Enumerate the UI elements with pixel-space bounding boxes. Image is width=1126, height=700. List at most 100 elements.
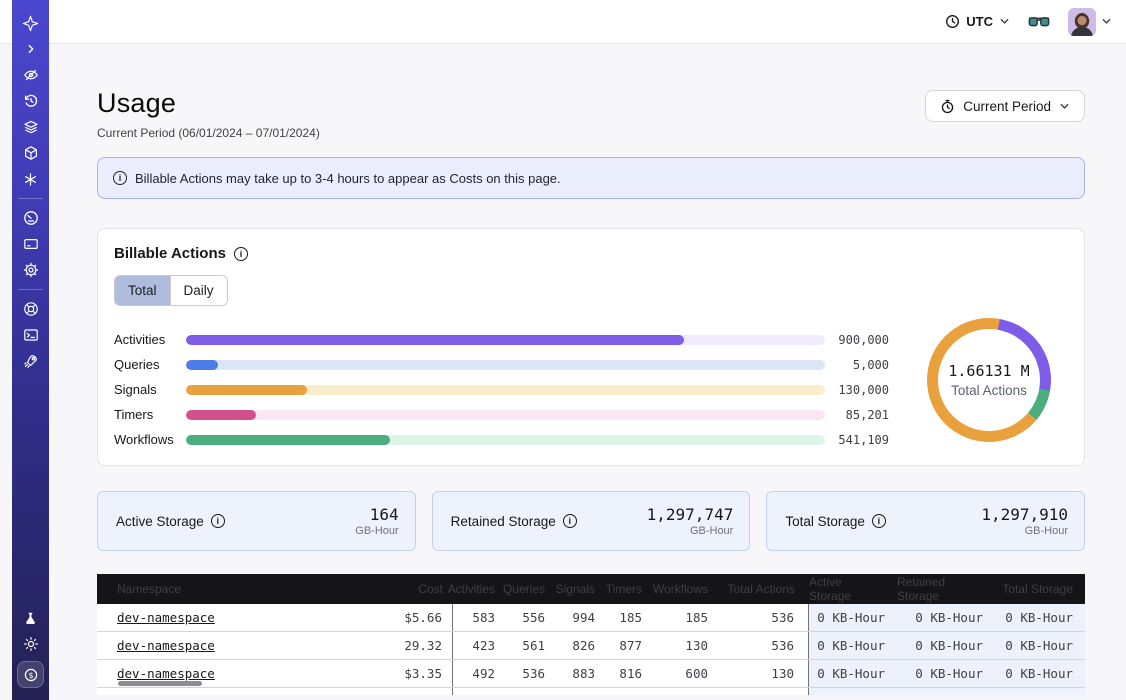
donut-center-value: 1.66131 M — [948, 362, 1029, 380]
bar-value: 5,000 — [825, 358, 889, 372]
cell-total-storage: 0 KB-Hour — [995, 660, 1085, 687]
sidebar-divider — [18, 198, 43, 199]
cell-cost: $3.35 — [353, 660, 453, 687]
storage-card-unit: GB-Hour — [981, 525, 1068, 537]
billing-card-icon[interactable] — [23, 236, 39, 252]
bar-row-workflows: Workflows 541,109 — [114, 427, 889, 452]
chevron-down-icon — [999, 16, 1010, 27]
cell-queries: 561 — [507, 632, 557, 659]
svg-text:$: $ — [28, 671, 33, 680]
storage-card-label: Total Storage — [785, 514, 865, 529]
settings-gear-icon[interactable] — [23, 262, 39, 278]
page-title: Usage — [97, 88, 320, 119]
bar-label: Workflows — [114, 432, 186, 447]
col-activities: Activities — [453, 574, 507, 604]
cell-timers: 816 — [607, 660, 654, 687]
sidebar: $ — [12, 0, 49, 700]
cell-active-storage: 0 KB-Hour — [809, 660, 897, 687]
bar-track — [186, 335, 825, 345]
bar-track — [186, 360, 825, 370]
bar-value: 900,000 — [825, 333, 889, 347]
period-dropdown-button[interactable]: Current Period — [925, 90, 1085, 122]
horizontal-scrollbar-thumb[interactable] — [118, 681, 202, 686]
col-active-storage: Active Storage — [809, 574, 897, 604]
expand-chevron-right-icon[interactable] — [23, 41, 39, 57]
cell-active-storage: 0 KB-Hour — [809, 604, 897, 631]
billable-view-tabs: Total Daily — [114, 275, 228, 306]
stopwatch-icon — [940, 99, 955, 114]
billable-actions-card: Billable Actions i Total Daily Activitie… — [97, 228, 1085, 466]
bar-row-timers: Timers 85,201 — [114, 402, 889, 427]
bar-label: Timers — [114, 407, 186, 422]
timezone-label: UTC — [966, 14, 993, 29]
bar-fill — [186, 435, 390, 445]
namespace-link[interactable]: dev-namespace — [117, 638, 215, 653]
chevron-down-icon — [1059, 101, 1070, 112]
bar-fill — [186, 410, 256, 420]
terminal-icon[interactable] — [23, 327, 39, 343]
bar-label: Activities — [114, 332, 186, 347]
donut-center-label: Total Actions — [951, 383, 1027, 398]
cell-queries: 556 — [507, 604, 557, 631]
usage-gauge-icon[interactable] — [23, 210, 39, 226]
layers-icon[interactable] — [23, 119, 39, 135]
col-total-storage: Total Storage — [995, 574, 1085, 604]
page-subtitle: Current Period (06/01/2024 – 07/01/2024) — [97, 126, 320, 140]
cell-signals: 883 — [557, 660, 607, 687]
cell-cost: 29.32 — [353, 632, 453, 659]
user-menu[interactable] — [1068, 8, 1112, 36]
cell-workflows: 130 — [654, 632, 720, 659]
cell-total-actions: 536 — [720, 632, 809, 659]
retained-storage-card: Retained Storage i 1,297,747 GB-Hour — [432, 491, 751, 551]
lab-flask-icon[interactable] — [23, 610, 39, 626]
storage-card-value: 1,297,747 — [647, 505, 734, 524]
feedback-glasses-button[interactable] — [1028, 15, 1050, 29]
info-icon: i — [113, 171, 127, 185]
cube-icon[interactable] — [23, 145, 39, 161]
table-row: dev-namespace 29.32 423 561 826 877 130 … — [97, 632, 1085, 660]
table-header-row: Namespace Cost Activities Queries Signal… — [97, 574, 1085, 604]
cell-queries: 536 — [507, 660, 557, 687]
theme-sun-icon[interactable] — [23, 636, 39, 652]
cell-timers: 877 — [607, 632, 654, 659]
bar-value: 541,109 — [825, 433, 889, 447]
col-timers: Timers — [607, 574, 654, 604]
period-dropdown-label: Current Period — [963, 99, 1051, 114]
rocket-icon[interactable] — [23, 353, 39, 369]
dollar-coin-icon[interactable]: $ — [17, 661, 44, 688]
info-icon[interactable]: i — [234, 247, 248, 261]
timezone-dropdown[interactable]: UTC — [945, 14, 1010, 29]
info-icon[interactable]: i — [211, 514, 225, 528]
tab-daily[interactable]: Daily — [170, 276, 227, 305]
namespace-link[interactable]: dev-namespace — [117, 610, 215, 625]
storage-card-label: Active Storage — [116, 514, 204, 529]
cell-active-storage: 0 KB-Hour — [809, 632, 897, 659]
bar-value: 85,201 — [825, 408, 889, 422]
info-icon[interactable]: i — [563, 514, 577, 528]
storage-card-unit: GB-Hour — [355, 525, 398, 537]
table-row: dev-namespace $3.35 492 536 883 816 600 … — [97, 660, 1085, 688]
banner-text: Billable Actions may take up to 3-4 hour… — [135, 171, 561, 186]
storage-card-value: 164 — [355, 505, 398, 524]
cell-activities: 583 — [453, 604, 507, 631]
total-actions-donut: 1.66131 M Total Actions — [927, 318, 1051, 442]
topbar: UTC — [0, 0, 1126, 44]
bar-fill — [186, 335, 684, 345]
total-storage-card: Total Storage i 1,297,910 GB-Hour — [766, 491, 1085, 551]
temporal-logo-icon[interactable] — [23, 15, 39, 31]
info-banner: i Billable Actions may take up to 3-4 ho… — [97, 157, 1085, 199]
tab-total[interactable]: Total — [115, 276, 170, 305]
chevron-down-icon — [1101, 16, 1112, 27]
cell-retained-storage: 0 KB-Hour — [897, 632, 995, 659]
cell-timers: 185 — [607, 604, 654, 631]
history-clock-icon[interactable] — [23, 93, 39, 109]
table-row-partial — [97, 688, 1085, 695]
asterisk-icon[interactable] — [23, 171, 39, 187]
billable-actions-title: Billable Actions — [114, 245, 226, 262]
bar-value: 130,000 — [825, 383, 889, 397]
eye-icon[interactable] — [23, 67, 39, 83]
info-icon[interactable]: i — [872, 514, 886, 528]
namespace-link[interactable]: dev-namespace — [117, 666, 215, 681]
col-signals: Signals — [557, 574, 607, 604]
support-lifebuoy-icon[interactable] — [23, 301, 39, 317]
